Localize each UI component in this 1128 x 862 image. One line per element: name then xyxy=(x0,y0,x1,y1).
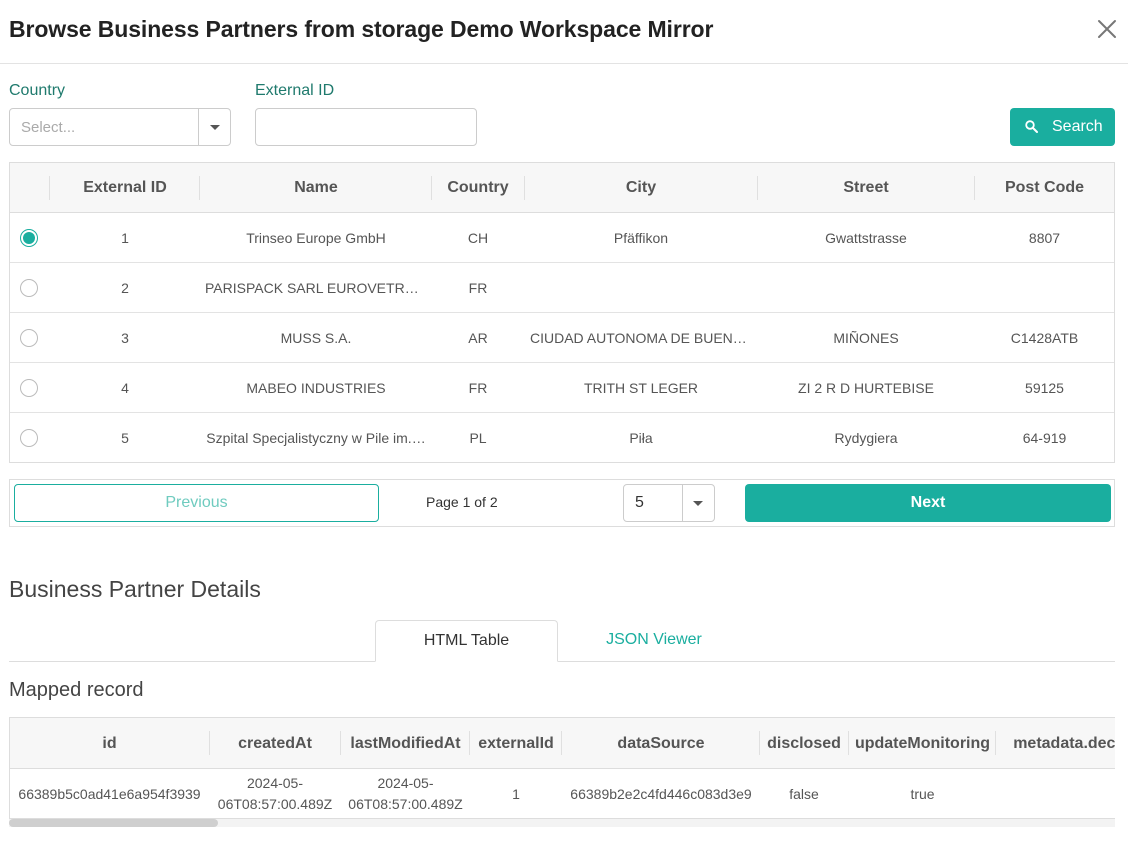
select-separator xyxy=(682,485,683,521)
column-header-lastmodifiedat[interactable]: lastModifiedAt xyxy=(341,718,470,769)
page-size-value: 5 xyxy=(635,494,644,511)
select-separator xyxy=(198,109,199,145)
cell-country: FR xyxy=(468,280,488,296)
cell-city: TRITH ST LEGER xyxy=(583,380,699,396)
country-label: Country xyxy=(9,82,66,99)
cell-name: PARISPACK SARL EUROVETROC… xyxy=(205,280,427,296)
column-header-post-code[interactable]: Post Code xyxy=(975,163,1114,213)
details-title: Business Partner Details xyxy=(9,576,261,602)
cell-city: CIUDAD AUTONOMA DE BUENO… xyxy=(530,330,752,346)
table-row[interactable]: 4 MABEO INDUSTRIES FR TRITH ST LEGER ZI … xyxy=(10,363,1114,413)
column-header-external-id[interactable]: External ID xyxy=(50,163,200,213)
cell-country: PL xyxy=(469,430,487,446)
column-header-city[interactable]: City xyxy=(525,163,757,213)
cell-lastmodifiedat: 2024-05- 06T08:57:00.489Z xyxy=(341,769,470,818)
cell-metadata xyxy=(996,769,1115,818)
horizontal-scrollbar-thumb[interactable] xyxy=(9,819,218,827)
close-icon[interactable] xyxy=(1095,17,1119,41)
cell-post-code xyxy=(975,263,1114,313)
cell-name: Szpital Specjalistyczny w Pile im.… xyxy=(206,430,426,446)
column-header-id[interactable]: id xyxy=(10,718,209,769)
cell-street xyxy=(763,263,969,313)
cell-external-id: 1 xyxy=(121,230,129,246)
cell-external-id: 3 xyxy=(121,330,129,346)
row-select-radio[interactable] xyxy=(20,329,38,347)
cell-street: Gwattstrasse xyxy=(825,230,907,246)
cell-street: Rydygiera xyxy=(834,430,898,446)
column-header-datasource[interactable]: dataSource xyxy=(562,718,760,769)
cell-city: Piła xyxy=(629,430,653,446)
column-header-country[interactable]: Country xyxy=(432,163,524,213)
cell-post-code: 8807 xyxy=(1028,230,1061,246)
cell-street: ZI 2 R D HURTEBISE xyxy=(798,380,934,396)
column-header-externalid[interactable]: externalId xyxy=(470,718,562,769)
chevron-down-icon[interactable] xyxy=(210,125,220,130)
next-button[interactable]: Next xyxy=(745,484,1111,522)
country-select[interactable]: Select... xyxy=(9,108,231,146)
cell-name: Trinseo Europe GmbH xyxy=(246,230,386,246)
column-header-street[interactable]: Street xyxy=(758,163,974,213)
cell-createdat: 2024-05- 06T08:57:00.489Z xyxy=(210,769,340,818)
previous-button[interactable]: Previous xyxy=(14,484,379,522)
column-header-updatemonitoring[interactable]: updateMonitoring xyxy=(849,718,996,769)
cell-externalid: 1 xyxy=(512,785,520,802)
cell-lastmodifiedat-line: 06T08:57:00.489Z xyxy=(348,796,463,812)
cell-post-code: 59125 xyxy=(1025,380,1064,396)
page-size-select[interactable]: 5 xyxy=(623,484,715,522)
search-icon xyxy=(1025,120,1038,138)
cell-external-id: 2 xyxy=(121,280,129,296)
table-row[interactable]: 1 Trinseo Europe GmbH CH Pfäffikon Gwatt… xyxy=(10,213,1114,263)
row-select-radio[interactable] xyxy=(20,429,38,447)
search-button-label: Search xyxy=(1052,118,1103,135)
partners-table: External ID Name Country City Street Pos… xyxy=(9,162,1115,463)
cell-street: MIÑONES xyxy=(833,330,899,346)
column-header-metadata[interactable]: metadata.decis xyxy=(996,718,1115,769)
cell-external-id: 4 xyxy=(121,380,129,396)
table-row[interactable]: 2 PARISPACK SARL EUROVETROC… FR xyxy=(10,263,1114,313)
cell-country: CH xyxy=(467,230,489,246)
page-info: Page 1 of 2 xyxy=(426,494,498,510)
mapped-record-table: id createdAt lastModifiedAt externalId d… xyxy=(9,717,1115,819)
cell-external-id: 5 xyxy=(121,430,129,446)
cell-country: AR xyxy=(468,330,488,346)
cell-createdat-line: 06T08:57:00.489Z xyxy=(217,796,333,812)
table-header: id createdAt lastModifiedAt externalId d… xyxy=(10,718,1115,769)
tab-json-viewer[interactable]: JSON Viewer xyxy=(558,620,750,662)
column-header-disclosed[interactable]: disclosed xyxy=(760,718,848,769)
dialog-header: Browse Business Partners from storage De… xyxy=(0,0,1128,64)
table-row[interactable]: 5 Szpital Specjalistyczny w Pile im.… PL… xyxy=(10,413,1114,463)
country-select-placeholder: Select... xyxy=(21,119,76,136)
table-row[interactable]: 3 MUSS S.A. AR CIUDAD AUTONOMA DE BUENO…… xyxy=(10,313,1114,363)
cell-updatemonitoring: true xyxy=(910,785,935,802)
mapped-record-title: Mapped record xyxy=(9,679,144,701)
external-id-input[interactable] xyxy=(255,108,477,146)
dialog-title: Browse Business Partners from storage De… xyxy=(9,16,714,42)
cell-disclosed: false xyxy=(789,785,819,802)
pagination-bar: Previous Page 1 of 2 5 Next xyxy=(9,479,1115,527)
table-header: External ID Name Country City Street Pos… xyxy=(10,163,1114,213)
cell-lastmodifiedat-line: 2024-05- xyxy=(377,775,434,791)
row-select-radio[interactable] xyxy=(20,279,38,297)
tab-html-table[interactable]: HTML Table xyxy=(375,620,558,662)
cell-post-code: 64-919 xyxy=(1022,430,1067,446)
row-select-radio[interactable] xyxy=(20,379,38,397)
cell-id: 66389b5c0ad41e6a954f3939 xyxy=(18,785,201,802)
cell-datasource: 66389b2e2c4fd446c083d3e9 xyxy=(570,785,752,802)
cell-post-code: C1428ATB xyxy=(1010,330,1079,346)
external-id-label: External ID xyxy=(255,82,335,99)
cell-name: MUSS S.A. xyxy=(280,330,352,346)
cell-createdat-line: 2024-05- xyxy=(246,775,304,791)
chevron-down-icon[interactable] xyxy=(693,501,703,506)
cell-city xyxy=(530,263,752,313)
search-button[interactable]: Search xyxy=(1010,108,1115,146)
cell-city: Pfäffikon xyxy=(613,230,669,246)
cell-name: MABEO INDUSTRIES xyxy=(246,380,386,396)
column-header-createdat[interactable]: createdAt xyxy=(210,718,340,769)
cell-country: FR xyxy=(468,380,488,396)
row-select-radio[interactable] xyxy=(20,229,38,247)
column-header-name[interactable]: Name xyxy=(200,163,432,213)
